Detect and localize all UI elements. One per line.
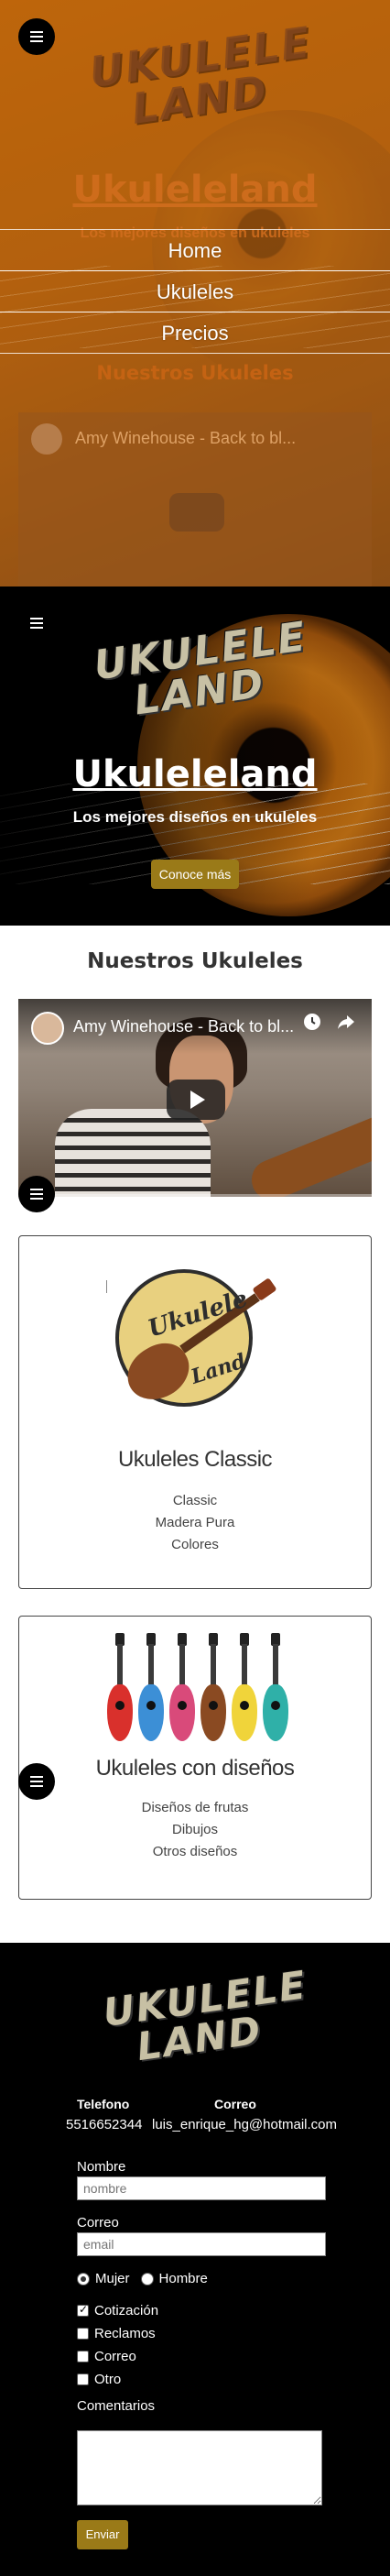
email-value[interactable]: luis_enrique_hg@hotmail.com xyxy=(152,2117,337,2132)
email-label: Correo xyxy=(77,2215,119,2231)
hero-title: Ukuleleland xyxy=(72,753,318,795)
designed-ukuleles-image xyxy=(106,1633,289,1743)
play-icon xyxy=(169,493,224,532)
share-icon[interactable] xyxy=(336,1012,356,1032)
ukulele-land-badge-image: Ukulele Land xyxy=(115,1269,277,1410)
name-label: Nombre xyxy=(77,2159,126,2175)
ukulele-teal xyxy=(262,1633,289,1743)
hamburger-icon xyxy=(30,1776,43,1787)
checkbox-label: Reclamos xyxy=(94,2326,156,2341)
hero-subtitle: Los mejores diseños en ukuleles xyxy=(72,808,318,826)
overlay-video-embed: Amy Winehouse - Back to bl... xyxy=(18,412,372,586)
checkbox-otro[interactable] xyxy=(77,2373,89,2385)
overlay-hero-title: Ukuleleland xyxy=(72,169,318,211)
ukulele-brown xyxy=(200,1633,227,1743)
video-title[interactable]: Amy Winehouse - Back to bl... xyxy=(73,1017,294,1036)
card-title: Ukuleles Classic xyxy=(117,1447,273,1472)
product-card-designs: Ukuleles con diseños Diseños de frutas D… xyxy=(18,1616,372,1900)
ukulele-red xyxy=(106,1633,134,1743)
name-input[interactable] xyxy=(77,2176,326,2200)
hamburger-icon xyxy=(30,31,43,42)
clock-icon[interactable] xyxy=(302,1012,322,1032)
channel-avatar[interactable] xyxy=(31,1012,64,1045)
video-person-shirt xyxy=(55,1109,211,1197)
product-card-classic: Ukulele Land Ukuleles Classic Classic Ma… xyxy=(18,1235,372,1589)
submit-button[interactable]: Enviar xyxy=(77,2520,128,2549)
footer: UKULELE LAND Telefono 5516652344 Correo … xyxy=(0,1943,390,2576)
overlay-section-title: Nuestros Ukuleles xyxy=(96,362,294,384)
nav-menu: Home Ukuleles Precios xyxy=(0,229,390,354)
checkbox-correo[interactable] xyxy=(77,2351,89,2362)
gender-radio-hombre[interactable] xyxy=(140,2272,154,2286)
overlay-video-title: Amy Winehouse - Back to bl... xyxy=(75,429,297,447)
card-feature: Classic xyxy=(172,1493,218,1508)
divider xyxy=(106,1280,107,1293)
logo: UKULELE LAND xyxy=(101,1962,310,2070)
checkbox-label: Cotización xyxy=(94,2303,159,2318)
card-feature: Otros diseños xyxy=(152,1844,238,1859)
hamburger-icon xyxy=(30,1189,43,1200)
checkbox-reclamos[interactable] xyxy=(77,2328,89,2340)
menu-toggle-button[interactable] xyxy=(18,605,55,641)
comments-textarea[interactable] xyxy=(77,2430,322,2505)
video-progress-bar[interactable] xyxy=(18,1194,372,1197)
checkbox-label: Correo xyxy=(94,2349,136,2364)
hamburger-icon xyxy=(30,618,43,629)
nav-link-precios[interactable]: Precios xyxy=(0,312,390,354)
avatar xyxy=(31,423,62,455)
menu-toggle-button[interactable] xyxy=(18,1763,55,1800)
card-feature: Colores xyxy=(171,1537,219,1552)
card-feature: Dibujos xyxy=(171,1822,219,1837)
play-icon[interactable] xyxy=(167,1080,225,1120)
badge-text-line2: Land xyxy=(188,1349,249,1389)
gender-option-label: Mujer xyxy=(95,2271,130,2286)
email-input[interactable] xyxy=(77,2232,326,2256)
learn-more-button[interactable]: Conoce más xyxy=(151,860,239,889)
card-feature: Madera Pura xyxy=(155,1515,235,1530)
checkbox-label: Otro xyxy=(94,2372,122,2387)
nav-overlay-panel: UKULELE LAND Ukuleleland Los mejores dis… xyxy=(0,0,390,586)
contact-form: Nombre Correo Mujer Hombre Cotización Re… xyxy=(77,2154,352,2549)
gender-radio-mujer[interactable] xyxy=(77,2272,90,2286)
email-label: Correo xyxy=(214,2097,256,2111)
ukulele-yellow xyxy=(231,1633,258,1743)
hero-section: UKULELE LAND Ukuleleland Los mejores dis… xyxy=(0,586,390,926)
ukulele-pink xyxy=(168,1633,196,1743)
menu-toggle-button[interactable] xyxy=(18,1176,55,1212)
video-embed[interactable]: Amy Winehouse - Back to bl... xyxy=(18,999,372,1197)
card-title: Ukuleles con diseños xyxy=(95,1756,295,1781)
phone-label: Telefono xyxy=(77,2097,130,2111)
menu-toggle-button[interactable] xyxy=(18,18,55,55)
interest-checkbox-group: Cotización Reclamos Correo Otro xyxy=(77,2299,352,2391)
card-feature: Diseños de frutas xyxy=(141,1800,249,1815)
gender-option-label: Hombre xyxy=(158,2271,208,2286)
comments-label: Comentarios xyxy=(77,2398,156,2414)
checkbox-cotizacion[interactable] xyxy=(77,2303,89,2317)
nav-link-ukuleles[interactable]: Ukuleles xyxy=(0,270,390,312)
gender-radio-group: Mujer Hombre xyxy=(77,2271,352,2286)
section-title: Nuestros Ukuleles xyxy=(87,949,303,973)
nav-link-home[interactable]: Home xyxy=(0,229,390,271)
phone-value: 5516652344 xyxy=(66,2117,143,2132)
ukulele-blue xyxy=(137,1633,165,1743)
